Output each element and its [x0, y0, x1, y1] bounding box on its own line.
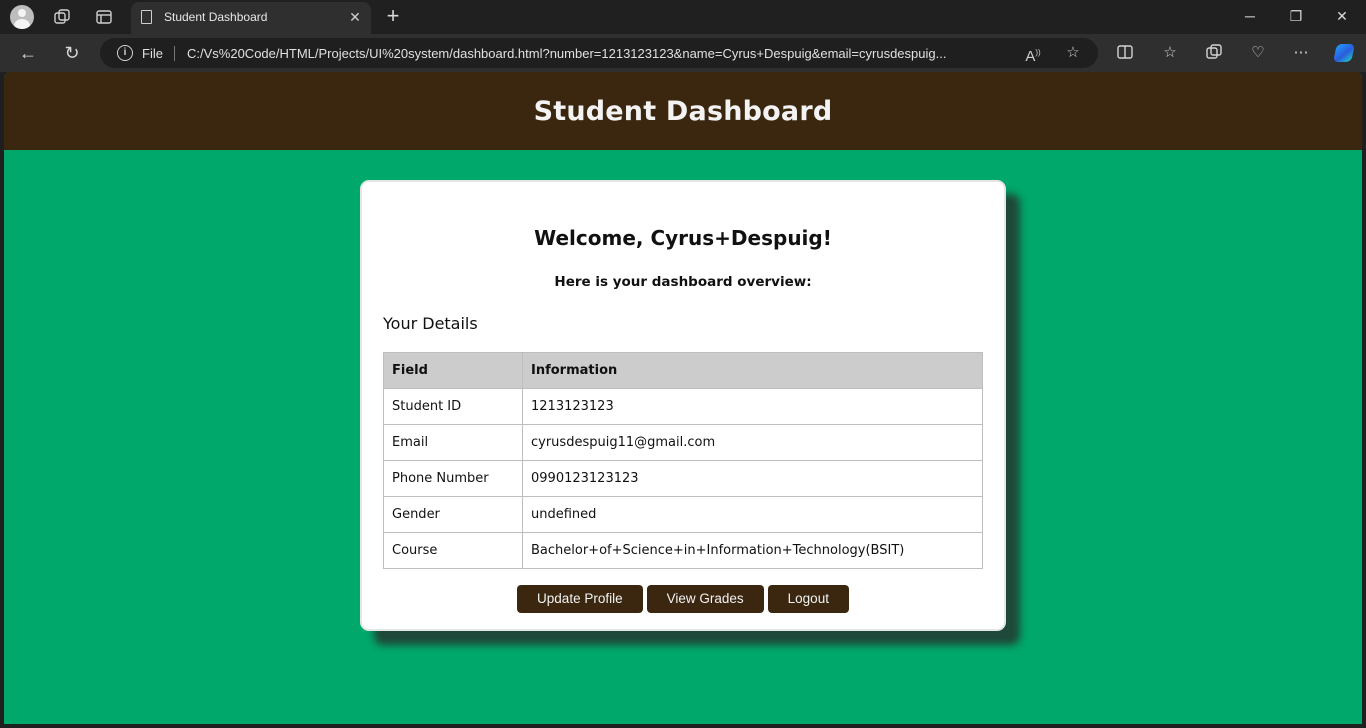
site-header: Student Dashboard	[4, 72, 1362, 150]
browser-tab-bar: Student Dashboard ✕ + ─ ❐ ✕	[0, 0, 1366, 34]
column-header-information: Information	[522, 352, 983, 389]
new-tab-button[interactable]: +	[382, 5, 404, 27]
table-header-row: Field Information	[383, 352, 983, 389]
browser-essentials-icon[interactable]: ♡	[1248, 43, 1268, 63]
browser-toolbar: ← ↻ i File C:/Vs%20Code/HTML/Projects/UI…	[0, 34, 1366, 72]
table-row: Gender undefined	[383, 496, 983, 533]
read-aloud-icon[interactable]: A))	[1024, 44, 1042, 65]
tab-title: Student Dashboard	[164, 10, 268, 24]
favorite-star-icon[interactable]: ☆	[1064, 44, 1082, 62]
page-viewport: Student Dashboard Welcome, Cyrus+Despuig…	[4, 72, 1362, 724]
split-screen-icon[interactable]	[1115, 43, 1135, 63]
close-tab-icon[interactable]: ✕	[347, 8, 363, 26]
action-buttons: Update Profile View Grades Logout	[362, 585, 1004, 613]
field-cell: Student ID	[383, 388, 523, 425]
active-tab[interactable]: Student Dashboard ✕	[131, 2, 371, 34]
refresh-icon[interactable]: ↻	[61, 42, 83, 64]
field-cell: Email	[383, 424, 523, 461]
value-cell: Bachelor+of+Science+in+Information+Techn…	[522, 532, 983, 569]
field-cell: Course	[383, 532, 523, 569]
details-table: Field Information Student ID 1213123123 …	[383, 352, 983, 569]
page-icon	[141, 10, 152, 24]
url-text[interactable]: C:/Vs%20Code/HTML/Projects/UI%20system/d…	[187, 46, 1007, 61]
value-cell: undefined	[522, 496, 983, 533]
details-title: Your Details	[383, 314, 478, 333]
collections-icon[interactable]	[1204, 43, 1224, 63]
table-row: Student ID 1213123123	[383, 388, 983, 425]
restore-icon[interactable]: ❐	[1288, 8, 1304, 24]
url-divider	[174, 46, 175, 61]
copilot-icon[interactable]	[1333, 44, 1355, 62]
back-arrow-icon[interactable]: ←	[17, 42, 39, 64]
table-row: Email cyrusdespuig11@gmail.com	[383, 424, 983, 461]
view-grades-button[interactable]: View Grades	[646, 585, 764, 613]
info-icon[interactable]: i	[117, 45, 133, 61]
field-cell: Phone Number	[383, 460, 523, 497]
value-cell: 1213123123	[522, 388, 983, 425]
overview-text: Here is your dashboard overview:	[554, 274, 812, 290]
close-window-icon[interactable]: ✕	[1334, 8, 1350, 24]
url-scheme-label: File	[142, 46, 163, 61]
value-cell: 0990123123123	[522, 460, 983, 497]
dashboard-card: Welcome, Cyrus+Despuig! Here is your das…	[360, 180, 1006, 631]
workspaces-icon[interactable]	[51, 6, 73, 28]
table-row: Course Bachelor+of+Science+in+Informatio…	[383, 532, 983, 569]
page-title: Student Dashboard	[533, 95, 833, 127]
more-options-icon[interactable]: ⋯	[1291, 43, 1311, 63]
value-cell: cyrusdespuig11@gmail.com	[522, 424, 983, 461]
address-bar[interactable]: i File C:/Vs%20Code/HTML/Projects/UI%20s…	[100, 38, 1098, 68]
column-header-field: Field	[383, 352, 523, 389]
minimize-icon[interactable]: ─	[1242, 8, 1258, 24]
logout-button[interactable]: Logout	[767, 585, 849, 613]
field-cell: Gender	[383, 496, 523, 533]
vertical-tabs-icon[interactable]	[93, 6, 115, 28]
welcome-heading: Welcome, Cyrus+Despuig!	[534, 226, 832, 250]
favorites-icon[interactable]: ☆	[1160, 43, 1180, 63]
table-row: Phone Number 0990123123123	[383, 460, 983, 497]
profile-avatar-icon[interactable]	[10, 5, 34, 29]
update-profile-button[interactable]: Update Profile	[517, 585, 643, 613]
